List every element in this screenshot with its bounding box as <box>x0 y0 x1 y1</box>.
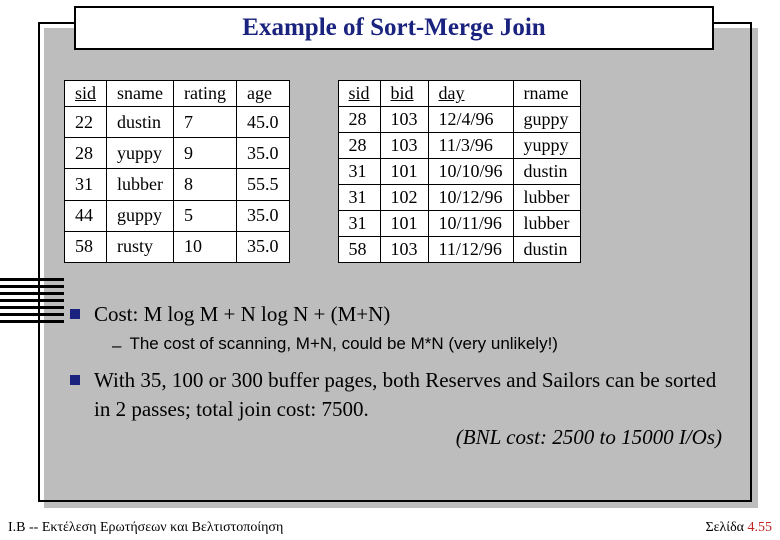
bullet-list: Cost: M log M + N log N + (M+N) – The co… <box>70 300 730 457</box>
cell: 45.0 <box>237 107 290 138</box>
page-label: Σελίδα <box>705 520 747 535</box>
cell: yuppy <box>513 133 580 159</box>
table-row: 5810311/12/96dustin <box>338 237 580 263</box>
cell: 12/4/96 <box>428 107 513 133</box>
col-header: sid <box>338 81 380 107</box>
page-number: 4.55 <box>748 520 773 535</box>
title-box: Example of Sort-Merge Join <box>74 6 714 50</box>
cell: 44 <box>65 200 107 231</box>
cell: 103 <box>380 133 428 159</box>
cell: 103 <box>380 237 428 263</box>
cell: 101 <box>380 211 428 237</box>
reserves-table: sidbiddayrname 2810312/4/96guppy2810311/… <box>338 80 581 263</box>
cell: guppy <box>107 200 174 231</box>
cell: 101 <box>380 159 428 185</box>
cell: 103 <box>380 107 428 133</box>
cell: 28 <box>338 133 380 159</box>
cell: 28 <box>65 138 107 169</box>
footer: Ι.Β -- Εκτέλεση Ερωτήσεων και Βελτιστοπο… <box>8 520 772 536</box>
cell: 35.0 <box>237 138 290 169</box>
bullet-square-icon <box>70 375 80 385</box>
bullet-1: Cost: M log M + N log N + (M+N) <box>70 300 730 328</box>
cell: 10/12/96 <box>428 185 513 211</box>
cell: 10/11/96 <box>428 211 513 237</box>
col-header: age <box>237 81 290 107</box>
cell: 10/10/96 <box>428 159 513 185</box>
col-header: bid <box>380 81 428 107</box>
cell: 102 <box>380 185 428 211</box>
col-header: rating <box>174 81 237 107</box>
cell: 22 <box>65 107 107 138</box>
cell: lubber <box>107 169 174 200</box>
col-header: sname <box>107 81 174 107</box>
table-row: 28yuppy935.0 <box>65 138 290 169</box>
bullet-2: With 35, 100 or 300 buffer pages, both R… <box>70 366 730 451</box>
table-row: 2810312/4/96guppy <box>338 107 580 133</box>
cell: lubber <box>513 185 580 211</box>
cell: 35.0 <box>237 200 290 231</box>
sub-bullet-1-text: The cost of scanning, M+N, could be M*N … <box>129 334 557 354</box>
table-row: 3110210/12/96lubber <box>338 185 580 211</box>
cell: 58 <box>65 231 107 262</box>
cell: 28 <box>338 107 380 133</box>
cell: dustin <box>107 107 174 138</box>
cell: 58 <box>338 237 380 263</box>
table-row: 2810311/3/96yuppy <box>338 133 580 159</box>
footer-page: Σελίδα 4.55 <box>705 520 772 536</box>
slide-title: Example of Sort-Merge Join <box>242 14 545 42</box>
cell: 7 <box>174 107 237 138</box>
cell: 55.5 <box>237 169 290 200</box>
cell: 31 <box>338 159 380 185</box>
col-header: day <box>428 81 513 107</box>
cell: 9 <box>174 138 237 169</box>
cell: 11/12/96 <box>428 237 513 263</box>
dash-icon: – <box>112 336 121 356</box>
table-row: 3110110/10/96dustin <box>338 159 580 185</box>
cell: dustin <box>513 159 580 185</box>
table-row: 44guppy535.0 <box>65 200 290 231</box>
table-row: 3110110/11/96lubber <box>338 211 580 237</box>
cell: 11/3/96 <box>428 133 513 159</box>
cell: 10 <box>174 231 237 262</box>
cell: guppy <box>513 107 580 133</box>
table-row: 31lubber855.5 <box>65 169 290 200</box>
sailors-table: sidsnameratingage 22dustin745.028yuppy93… <box>64 80 290 263</box>
cell: yuppy <box>107 138 174 169</box>
col-header: sid <box>65 81 107 107</box>
footer-left: Ι.Β -- Εκτέλεση Ερωτήσεων και Βελτιστοπο… <box>8 520 283 536</box>
table-row: 58rusty1035.0 <box>65 231 290 262</box>
bullet-1-text: Cost: M log M + N log N + (M+N) <box>94 300 390 328</box>
col-header: rname <box>513 81 580 107</box>
decorative-stripes <box>0 278 64 327</box>
cell: 35.0 <box>237 231 290 262</box>
cell: 5 <box>174 200 237 231</box>
cell: 31 <box>338 185 380 211</box>
bullet-2-text: With 35, 100 or 300 buffer pages, both R… <box>94 366 730 451</box>
cell: lubber <box>513 211 580 237</box>
tables-container: sidsnameratingage 22dustin745.028yuppy93… <box>64 80 744 263</box>
cell: 31 <box>338 211 380 237</box>
cell: 8 <box>174 169 237 200</box>
bullet-square-icon <box>70 309 80 319</box>
table-row: 22dustin745.0 <box>65 107 290 138</box>
cell: rusty <box>107 231 174 262</box>
sub-bullet-1: – The cost of scanning, M+N, could be M*… <box>112 334 730 356</box>
bullet-2-italic: (BNL cost: 2500 to 15000 I/Os) <box>94 423 730 451</box>
cell: 31 <box>65 169 107 200</box>
cell: dustin <box>513 237 580 263</box>
bullet-2-main: With 35, 100 or 300 buffer pages, both R… <box>94 368 716 420</box>
